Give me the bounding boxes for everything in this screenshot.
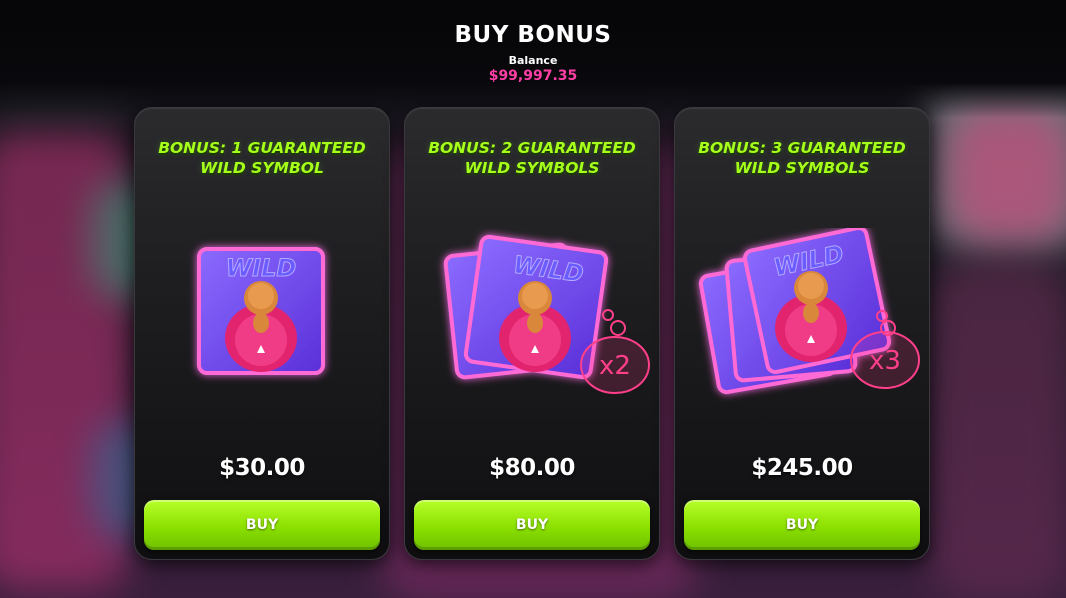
page-title: BUY BONUS: [454, 22, 612, 48]
multiplier-x3-text: x3: [869, 346, 901, 376]
bonus-card-2: BONUS: 2 GUARANTEED WILD SYMBOLS WILD x2…: [404, 107, 660, 560]
header: BUY BONUS Balance $99,997.35: [0, 22, 1066, 84]
bonus-card-1: BONUS: 1 GUARANTEED WILD SYMBOL WILD $30…: [134, 107, 390, 560]
balance-value: $99,997.35: [488, 68, 578, 84]
bonus-card-title-line1: BONUS: 1 GUARANTEED: [158, 139, 366, 157]
wild-symbols-x2-icon: WILD x2: [405, 228, 659, 403]
bonus-price: $245.00: [751, 455, 853, 481]
bonus-card-title-line2: WILD SYMBOL: [200, 159, 324, 177]
wild-text: WILD: [226, 254, 297, 282]
buy-button[interactable]: BUY: [684, 500, 920, 550]
buy-button[interactable]: BUY: [414, 500, 650, 550]
bonus-card-title: BONUS: 2 GUARANTEED WILD SYMBOLS: [415, 138, 649, 178]
bonus-card-3: BONUS: 3 GUARANTEED WILD SYMBOLS WILD x3…: [674, 107, 930, 560]
buy-button[interactable]: BUY: [144, 500, 380, 550]
bonus-price: $30.00: [219, 455, 305, 481]
multiplier-x2-text: x2: [599, 351, 631, 381]
bonus-price: $80.00: [489, 455, 575, 481]
bonus-card-title-line2: WILD SYMBOLS: [464, 159, 600, 177]
wild-symbol-icon: WILD: [135, 228, 389, 403]
bonus-card-title-line1: BONUS: 2 GUARANTEED: [428, 139, 636, 157]
bonus-card-title: BONUS: 1 GUARANTEED WILD SYMBOL: [145, 138, 379, 178]
wild-symbols-x3-icon: WILD x3: [675, 228, 929, 403]
bonus-card-title-line2: WILD SYMBOLS: [734, 159, 870, 177]
balance-label: Balance: [508, 54, 558, 67]
bonus-card-title: BONUS: 3 GUARANTEED WILD SYMBOLS: [685, 138, 919, 178]
bonus-card-title-line1: BONUS: 3 GUARANTEED: [698, 139, 906, 157]
buy-bonus-screen: BUY BONUS Balance $99,997.35 BONUS: 1 GU…: [0, 0, 1066, 598]
